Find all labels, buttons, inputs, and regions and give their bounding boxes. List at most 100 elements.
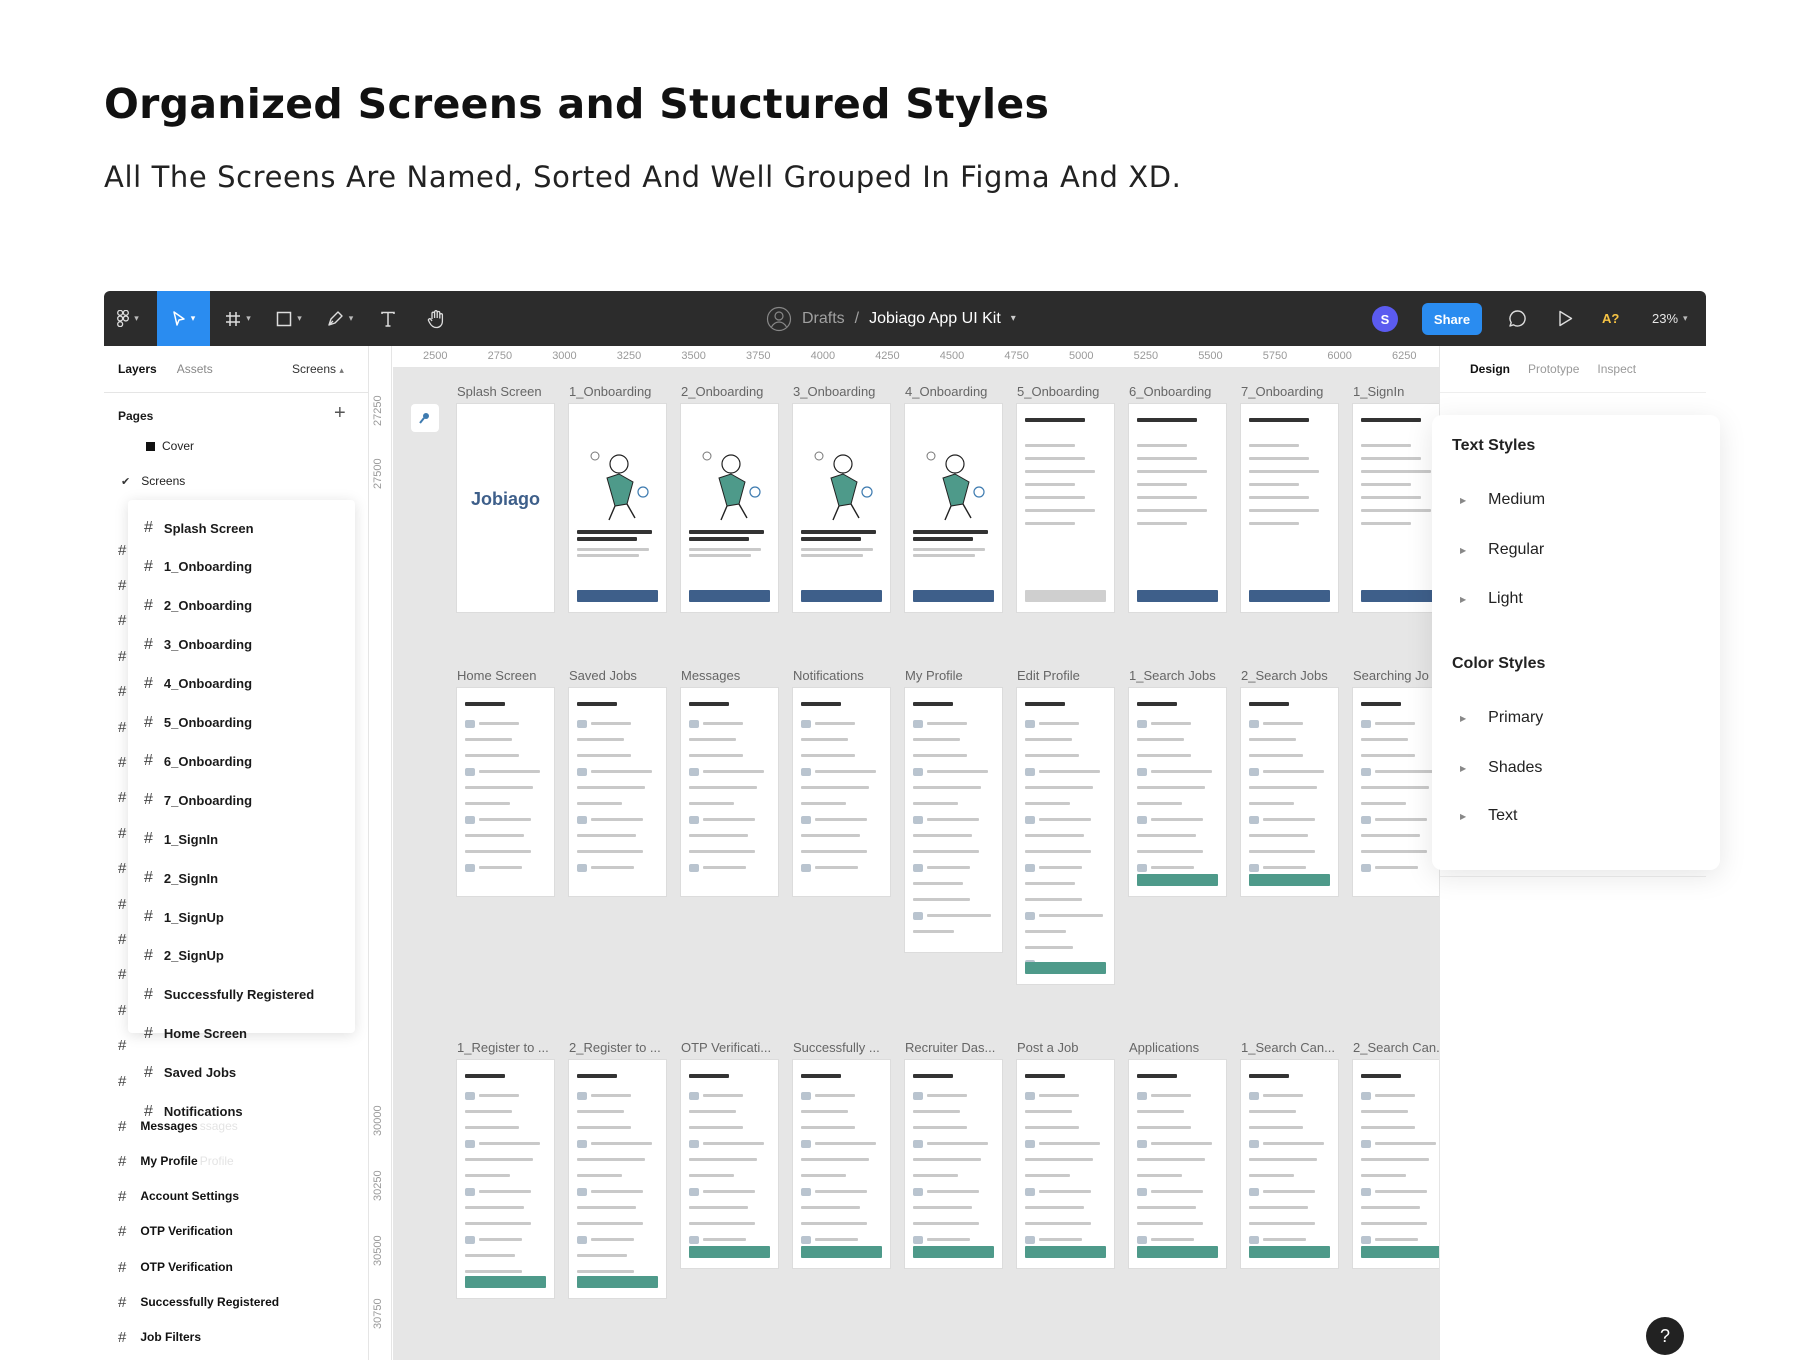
frame-list-item[interactable]: #7_Onboarding xyxy=(144,788,252,812)
main-menu-button[interactable]: ▾ xyxy=(108,291,148,346)
frame-list-item[interactable]: #1_SignUp xyxy=(144,905,224,929)
frame-label[interactable]: 2_Onboarding xyxy=(681,384,763,399)
tab-design[interactable]: Design xyxy=(1470,362,1510,376)
screen-frame[interactable] xyxy=(1129,688,1226,896)
frame-label[interactable]: 1_Register to ... xyxy=(457,1040,549,1055)
frame-label[interactable]: 1_Onboarding xyxy=(569,384,651,399)
page-item-screens[interactable]: ✔ Screens xyxy=(121,474,185,488)
frame-list-item[interactable]: #2_SignUp xyxy=(144,944,224,968)
layer-row-collapsed[interactable]: # xyxy=(118,929,126,949)
frame-list-item[interactable]: # Splash Screen xyxy=(144,516,254,540)
layer-row[interactable]: # My Profile Profile xyxy=(118,1151,234,1171)
layer-row-collapsed[interactable]: # xyxy=(118,1071,126,1091)
screen-frame[interactable] xyxy=(681,1060,778,1268)
layer-row-collapsed[interactable]: # xyxy=(118,752,126,772)
screen-frame[interactable] xyxy=(1353,688,1439,896)
frame-label[interactable]: 5_Onboarding xyxy=(1017,384,1099,399)
tab-assets[interactable]: Assets xyxy=(177,362,213,376)
frame-list-item[interactable]: # Saved Jobs xyxy=(144,1061,236,1085)
screen-frame[interactable] xyxy=(1353,1060,1439,1268)
layer-row-collapsed[interactable]: # xyxy=(118,823,126,843)
frame-label[interactable]: 1_Search Jobs xyxy=(1129,668,1216,683)
breadcrumb-drafts[interactable]: Drafts xyxy=(802,310,845,328)
frame-label[interactable]: OTP Verificati... xyxy=(681,1040,771,1055)
screen-frame[interactable] xyxy=(681,688,778,896)
frame-label[interactable]: Notifications xyxy=(793,668,864,683)
layer-row-collapsed[interactable]: # xyxy=(118,788,126,808)
screen-frame[interactable] xyxy=(905,688,1002,952)
layer-row-collapsed[interactable]: # xyxy=(118,646,126,666)
frame-label[interactable]: Messages xyxy=(681,668,740,683)
canvas[interactable]: Splash Screen Jobiago 1_Onboarding 2_Onboar… xyxy=(393,346,1439,1360)
layer-row-collapsed[interactable]: # xyxy=(118,575,126,595)
frame-list-item[interactable]: # Home Screen xyxy=(144,1022,247,1046)
frame-label[interactable]: Searching Jo xyxy=(1353,668,1429,683)
comment-button[interactable] xyxy=(1499,291,1535,346)
frame-label[interactable]: Home Screen xyxy=(457,668,536,683)
frame-label[interactable]: 2_Search Can... xyxy=(1353,1040,1439,1055)
frame-label[interactable]: 1_SignIn xyxy=(1353,384,1404,399)
layer-row[interactable]: # OTP Verification xyxy=(118,1257,233,1277)
frame-list-item[interactable]: # Notifications xyxy=(144,1100,243,1124)
screen-frame[interactable] xyxy=(1129,1060,1226,1268)
layer-row[interactable]: # Account Settings xyxy=(118,1186,239,1206)
frame-label[interactable]: 2_Search Jobs xyxy=(1241,668,1328,683)
share-button[interactable]: Share xyxy=(1422,303,1482,335)
layer-row-collapsed[interactable]: # xyxy=(118,717,126,737)
layer-row[interactable]: # Successfully Registered xyxy=(118,1292,279,1312)
screen-frame[interactable] xyxy=(681,404,778,612)
layer-row-collapsed[interactable]: # xyxy=(118,894,126,914)
screen-frame[interactable]: Jobiago xyxy=(457,404,554,612)
help-button[interactable]: ? xyxy=(1646,1317,1684,1355)
screen-frame[interactable] xyxy=(793,1060,890,1268)
layer-row-collapsed[interactable]: # xyxy=(118,859,126,879)
frame-label[interactable]: Saved Jobs xyxy=(569,668,637,683)
color-style-shades[interactable]: ▶ Shades xyxy=(1460,759,1542,777)
frame-list-item[interactable]: #3_Onboarding xyxy=(144,633,252,657)
frame-list-item[interactable]: #5_Onboarding xyxy=(144,711,252,735)
present-button[interactable] xyxy=(1547,291,1583,346)
frame-label[interactable]: Edit Profile xyxy=(1017,668,1080,683)
frame-list-item[interactable]: #1_Onboarding xyxy=(144,555,252,579)
frame-label[interactable]: My Profile xyxy=(905,668,963,683)
screen-frame[interactable] xyxy=(793,688,890,896)
screen-frame[interactable] xyxy=(457,1060,554,1298)
add-page-icon[interactable]: + xyxy=(334,402,346,425)
screen-frame[interactable] xyxy=(1129,404,1226,612)
screen-frame[interactable] xyxy=(1017,404,1114,612)
frame-list-item[interactable]: #4_Onboarding xyxy=(144,672,252,696)
screen-frame[interactable] xyxy=(1017,688,1114,984)
layer-row-collapsed[interactable]: # xyxy=(118,540,126,560)
frame-label[interactable]: 4_Onboarding xyxy=(905,384,987,399)
avatar[interactable]: S xyxy=(1372,306,1398,332)
frame-list-item[interactable]: #6_Onboarding xyxy=(144,749,252,773)
color-style-primary[interactable]: ▶ Primary xyxy=(1460,709,1543,727)
screen-frame[interactable] xyxy=(1353,404,1439,612)
frame-label[interactable]: 7_Onboarding xyxy=(1241,384,1323,399)
frame-label[interactable]: Splash Screen xyxy=(457,384,542,399)
frame-label[interactable]: Recruiter Das... xyxy=(905,1040,995,1055)
page-item-cover[interactable]: Cover xyxy=(146,439,194,453)
page-selector[interactable]: Screens ▴ xyxy=(292,362,344,376)
screen-frame[interactable] xyxy=(905,1060,1002,1268)
frame-label[interactable]: Applications xyxy=(1129,1040,1199,1055)
frame-list-item[interactable]: # Successfully Registered xyxy=(144,983,314,1007)
frame-label[interactable]: 3_Onboarding xyxy=(793,384,875,399)
frame-label[interactable]: 6_Onboarding xyxy=(1129,384,1211,399)
frame-list-item[interactable]: #1_SignIn xyxy=(144,827,218,851)
screen-frame[interactable] xyxy=(457,688,554,896)
layer-row[interactable]: # OTP Verification xyxy=(118,1221,233,1241)
hand-tool-button[interactable] xyxy=(416,291,456,346)
file-name[interactable]: Jobiago App UI Kit xyxy=(869,310,1001,328)
screen-frame[interactable] xyxy=(1241,688,1338,896)
pen-tool-button[interactable]: ▾ xyxy=(318,291,362,346)
frame-list-item[interactable]: #2_SignIn xyxy=(144,866,218,890)
color-style-text[interactable]: ▶ Text xyxy=(1460,807,1518,825)
layer-row-collapsed[interactable]: # xyxy=(118,1036,126,1056)
text-style-regular[interactable]: ▶ Regular xyxy=(1460,541,1544,559)
screen-frame[interactable] xyxy=(1017,1060,1114,1268)
screen-frame[interactable] xyxy=(1241,404,1338,612)
frame-label[interactable]: 1_Search Can... xyxy=(1241,1040,1335,1055)
text-tool-button[interactable] xyxy=(370,291,406,346)
accessibility-button[interactable]: A? xyxy=(1602,291,1619,346)
